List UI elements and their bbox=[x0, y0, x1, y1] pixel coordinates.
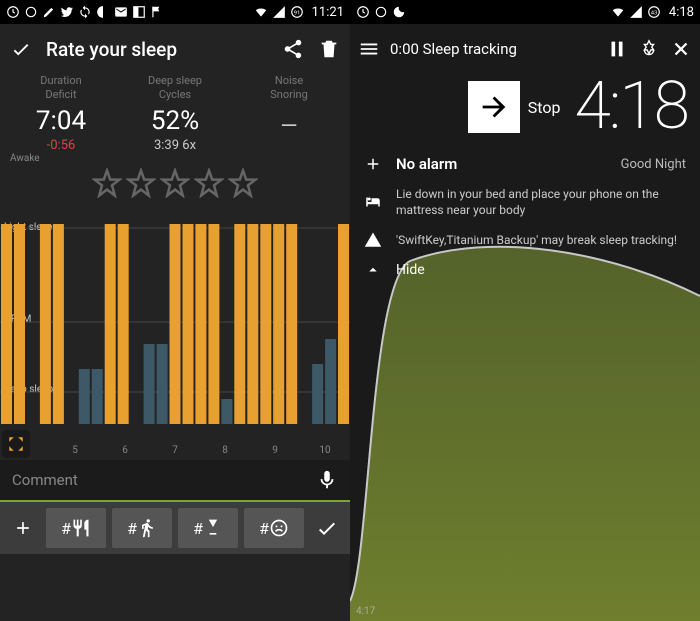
flag-icon bbox=[150, 5, 164, 19]
lullaby-icon[interactable] bbox=[638, 38, 660, 60]
stat-duration[interactable]: Duration Deficit 7:04 -0:56 bbox=[4, 74, 118, 155]
delete-icon[interactable] bbox=[318, 38, 340, 60]
start-time: 4:17 bbox=[356, 606, 375, 617]
add-tag-button[interactable] bbox=[6, 508, 40, 548]
moon-icon bbox=[392, 5, 406, 19]
tag-bar: # # # # bbox=[0, 502, 350, 554]
tag-alcohol[interactable]: # bbox=[178, 508, 238, 548]
stat-noise[interactable]: Noise Snoring — bbox=[232, 74, 346, 155]
circle-icon bbox=[374, 5, 388, 19]
sleep-tracking-screen: 43 4:18 0:00 Sleep tracking Stop 4:18 No… bbox=[350, 0, 700, 621]
sleep-chart[interactable]: Light sleep ~REM Deep sleep 4 5 6 7 8 9 … bbox=[0, 214, 350, 460]
star-4[interactable] bbox=[194, 168, 224, 198]
header-title: 0:00 Sleep tracking bbox=[390, 40, 596, 58]
confirm-icon[interactable] bbox=[10, 38, 32, 60]
tip-text: Lie down in your bed and place your phon… bbox=[396, 186, 686, 218]
tag-mood[interactable]: # bbox=[244, 508, 304, 548]
stop-label: Stop bbox=[528, 98, 561, 117]
chart-bars bbox=[0, 214, 350, 440]
rating-stars bbox=[0, 168, 350, 198]
mic-icon[interactable] bbox=[316, 469, 338, 491]
good-night-label: Good Night bbox=[621, 157, 686, 172]
window-icon bbox=[132, 5, 146, 19]
plus-icon bbox=[364, 155, 382, 173]
collapse-icon bbox=[364, 261, 382, 279]
comment-field[interactable]: Comment bbox=[0, 460, 350, 502]
stop-button[interactable]: Stop bbox=[468, 81, 561, 133]
tag-activity[interactable]: # bbox=[112, 508, 172, 548]
signal-icon bbox=[272, 5, 286, 19]
pause-icon[interactable] bbox=[606, 38, 628, 60]
app-icon bbox=[356, 5, 370, 19]
confirm-tags-button[interactable] bbox=[310, 508, 344, 548]
app-icon bbox=[6, 5, 20, 19]
wifi-icon bbox=[254, 5, 268, 19]
clock-row: Stop 4:18 bbox=[350, 74, 700, 148]
status-time: 11:21 bbox=[312, 5, 344, 20]
star-3[interactable] bbox=[160, 168, 190, 198]
svg-text:91: 91 bbox=[293, 10, 300, 16]
hide-row[interactable]: Hide bbox=[350, 255, 700, 286]
warning-row: 'SwiftKey,Titanium Backup' may break sle… bbox=[350, 225, 700, 255]
rate-sleep-screen: 91 11:21 Rate your sleep Duration Defici… bbox=[0, 0, 350, 621]
svg-text:43: 43 bbox=[651, 10, 658, 16]
hide-label: Hide bbox=[396, 261, 686, 280]
menu-icon[interactable] bbox=[358, 38, 380, 60]
mail-icon bbox=[114, 5, 128, 19]
sound-wave bbox=[350, 231, 700, 621]
header: 0:00 Sleep tracking bbox=[350, 24, 700, 74]
tip-row: Lie down in your bed and place your phon… bbox=[350, 180, 700, 224]
half-icon bbox=[96, 5, 110, 19]
current-time: 4:18 bbox=[574, 74, 688, 140]
star-5[interactable] bbox=[228, 168, 258, 198]
bed-icon bbox=[364, 193, 382, 211]
tag-food[interactable]: # bbox=[46, 508, 106, 548]
alarm-row[interactable]: No alarm Good Night bbox=[350, 148, 700, 180]
stat-deep-sleep[interactable]: Deep sleep Cycles 52% 3:39 6x bbox=[118, 74, 232, 155]
circle-icon bbox=[24, 5, 38, 19]
status-time: 4:18 bbox=[669, 5, 694, 20]
edit-icon bbox=[42, 5, 56, 19]
page-title: Rate your sleep bbox=[46, 38, 268, 61]
comment-placeholder: Comment bbox=[12, 471, 316, 489]
close-icon[interactable] bbox=[670, 38, 692, 60]
battery-icon: 43 bbox=[647, 5, 661, 19]
star-2[interactable] bbox=[126, 168, 156, 198]
expand-chart-button[interactable] bbox=[2, 430, 30, 458]
star-1[interactable] bbox=[92, 168, 122, 198]
sync-icon bbox=[78, 5, 92, 19]
warning-text: 'SwiftKey,Titanium Backup' may break sle… bbox=[396, 232, 686, 248]
status-bar: 91 11:21 bbox=[0, 0, 350, 24]
signal-icon bbox=[629, 5, 643, 19]
share-icon[interactable] bbox=[282, 38, 304, 60]
stats-row: Duration Deficit 7:04 -0:56 Deep sleep C… bbox=[0, 74, 350, 155]
header: Rate your sleep bbox=[0, 24, 350, 74]
warning-icon bbox=[364, 231, 382, 249]
stop-arrow-icon bbox=[468, 81, 520, 133]
twitter-icon bbox=[60, 5, 74, 19]
alarm-label: No alarm bbox=[396, 154, 607, 174]
battery-icon: 91 bbox=[290, 5, 304, 19]
x-axis: 4 5 6 7 8 9 10 bbox=[0, 445, 350, 456]
wifi-icon bbox=[611, 5, 625, 19]
status-bar: 43 4:18 bbox=[350, 0, 700, 24]
